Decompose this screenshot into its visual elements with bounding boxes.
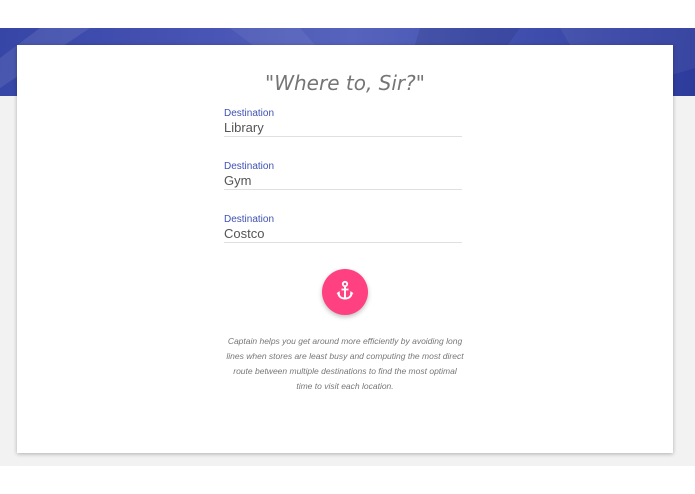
app-description: Captain helps you get around more effici… xyxy=(215,334,475,394)
destination-field-1[interactable]: Destination Library xyxy=(224,108,462,137)
description-line: route between multiple destinations to f… xyxy=(233,366,457,376)
description-line: time to visit each location. xyxy=(296,381,394,391)
destination-label: Destination xyxy=(224,108,275,119)
destination-label: Destination xyxy=(224,214,275,225)
description-line: lines when stores are least busy and com… xyxy=(226,351,464,361)
destination-input[interactable]: Costco xyxy=(224,226,264,241)
destination-field-3[interactable]: Destination Costco xyxy=(224,214,462,243)
page: "Where to, Sir?" Destination Library Des… xyxy=(0,0,695,494)
description-line: Captain helps you get around more effici… xyxy=(227,336,463,346)
anchor-icon xyxy=(336,280,354,300)
page-title: "Where to, Sir?" xyxy=(265,71,425,95)
destination-label: Destination xyxy=(224,161,275,172)
destination-field-2[interactable]: Destination Gym xyxy=(224,161,462,190)
navigate-fab-button[interactable] xyxy=(322,269,368,315)
destination-input[interactable]: Library xyxy=(224,120,264,135)
destination-input[interactable]: Gym xyxy=(224,173,251,188)
destination-card: "Where to, Sir?" Destination Library Des… xyxy=(17,45,673,453)
